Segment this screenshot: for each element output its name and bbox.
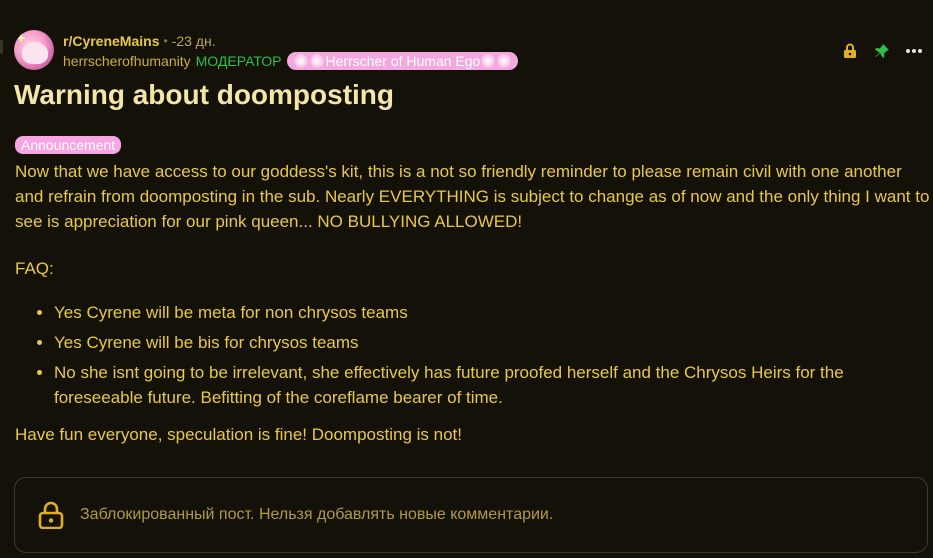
lock-icon[interactable]: [841, 42, 859, 60]
flair-emoji-icon: [497, 54, 512, 68]
post-flair[interactable]: Announcement: [15, 136, 122, 154]
post-header: r/CyreneMains • -23 дн. herrscherofhuman…: [14, 30, 519, 70]
post-time: -23 дн.: [171, 33, 216, 49]
meta-separator: •: [163, 34, 168, 48]
post-page: r/CyreneMains • -23 дн. herrscherofhuman…: [0, 0, 933, 558]
post-body: Now that we have access to our goddess's…: [15, 159, 930, 447]
closing-paragraph: Have fun everyone, speculation is fine! …: [15, 425, 462, 444]
locked-message: Заблокированный пост. Нельзя добавлять н…: [80, 506, 554, 523]
post-meta: r/CyreneMains • -23 дн. herrscherofhuman…: [63, 32, 519, 70]
locked-notice: Заблокированный пост. Нельзя добавлять н…: [14, 477, 928, 553]
user-flair: Herrscher of Human Ego: [287, 52, 519, 70]
faq-item: Yes Cyrene will be bis for chrysos teams: [54, 330, 930, 355]
collapse-rail[interactable]: [0, 40, 3, 54]
post-actions: [841, 42, 923, 60]
faq-label: FAQ:: [15, 259, 54, 278]
more-options-icon[interactable]: [905, 42, 923, 60]
author-link[interactable]: herrscherofhumanity: [63, 52, 191, 70]
flair-emoji-icon: [481, 54, 496, 68]
faq-list: Yes Cyrene will be meta for non chrysos …: [15, 300, 930, 410]
lock-icon: [38, 501, 64, 529]
faq-item: Yes Cyrene will be meta for non chrysos …: [54, 300, 930, 325]
flair-emoji-icon: [294, 54, 309, 68]
faq-item: No she isnt going to be irrelevant, she …: [54, 360, 930, 410]
post-paragraph: Now that we have access to our goddess's…: [15, 162, 930, 231]
post-title[interactable]: Warning about doomposting: [14, 77, 394, 113]
moderator-badge: МОДЕРАТОР: [195, 53, 282, 69]
subreddit-avatar[interactable]: [14, 30, 54, 70]
sparkle-icon: [16, 33, 26, 43]
avatar-art: [22, 42, 48, 64]
flair-emoji-icon: [310, 54, 325, 68]
pin-icon[interactable]: [873, 42, 891, 60]
subreddit-link[interactable]: r/CyreneMains: [63, 32, 159, 50]
user-flair-text: Herrscher of Human Ego: [325, 53, 481, 69]
